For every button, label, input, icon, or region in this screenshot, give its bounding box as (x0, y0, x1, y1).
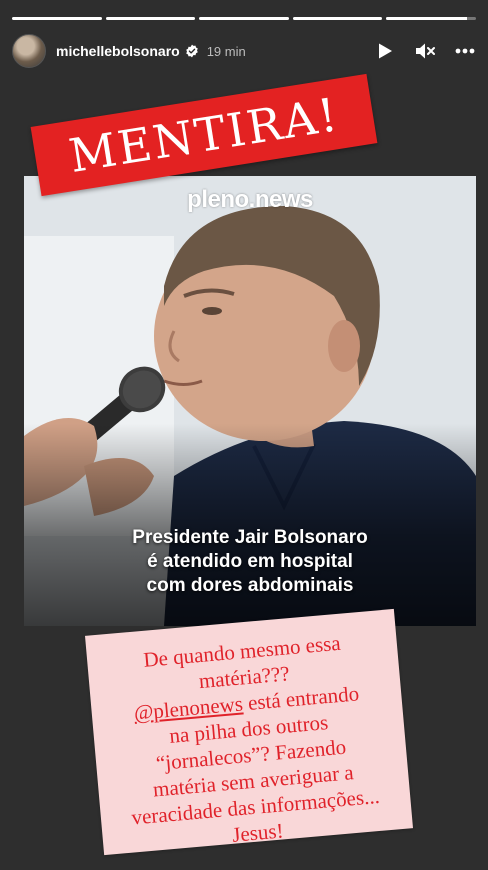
play-icon (379, 43, 392, 59)
progress-segment (105, 17, 196, 20)
username[interactable]: michellebolsonaro (56, 43, 180, 59)
story-view[interactable]: michellebolsonaro 19 min pleno.news Pres… (0, 0, 488, 870)
progress-segment (292, 17, 383, 20)
progress-segment-current (386, 17, 476, 20)
news-image: pleno.news Presidente Jair Bolsonaro é a… (24, 176, 476, 626)
avatar[interactable] (12, 34, 46, 68)
story-progress-bar (12, 17, 476, 20)
play-button[interactable] (374, 40, 396, 62)
story-header: michellebolsonaro 19 min (12, 32, 476, 70)
progress-segment (199, 17, 289, 20)
mute-button[interactable] (414, 40, 436, 62)
headline-line: Presidente Jair Bolsonaro (132, 527, 368, 548)
more-options-button[interactable] (454, 40, 476, 62)
progress-segment (12, 17, 102, 20)
muted-speaker-icon (416, 43, 435, 59)
headline-line: com dores abdominais (146, 575, 354, 596)
news-headline: Presidente Jair Bolsonaro é atendido em … (24, 526, 476, 598)
verified-badge-icon (185, 44, 198, 58)
caption-note: De quando mesmo essa matéria??? @plenone… (85, 608, 413, 856)
stamp-text: MENTIRA! (65, 87, 343, 183)
headline-line: é atendido em hospital (147, 551, 353, 572)
news-brand-logo: pleno.news (187, 186, 313, 213)
post-time: 19 min (206, 43, 246, 59)
more-horizontal-icon (455, 48, 475, 54)
